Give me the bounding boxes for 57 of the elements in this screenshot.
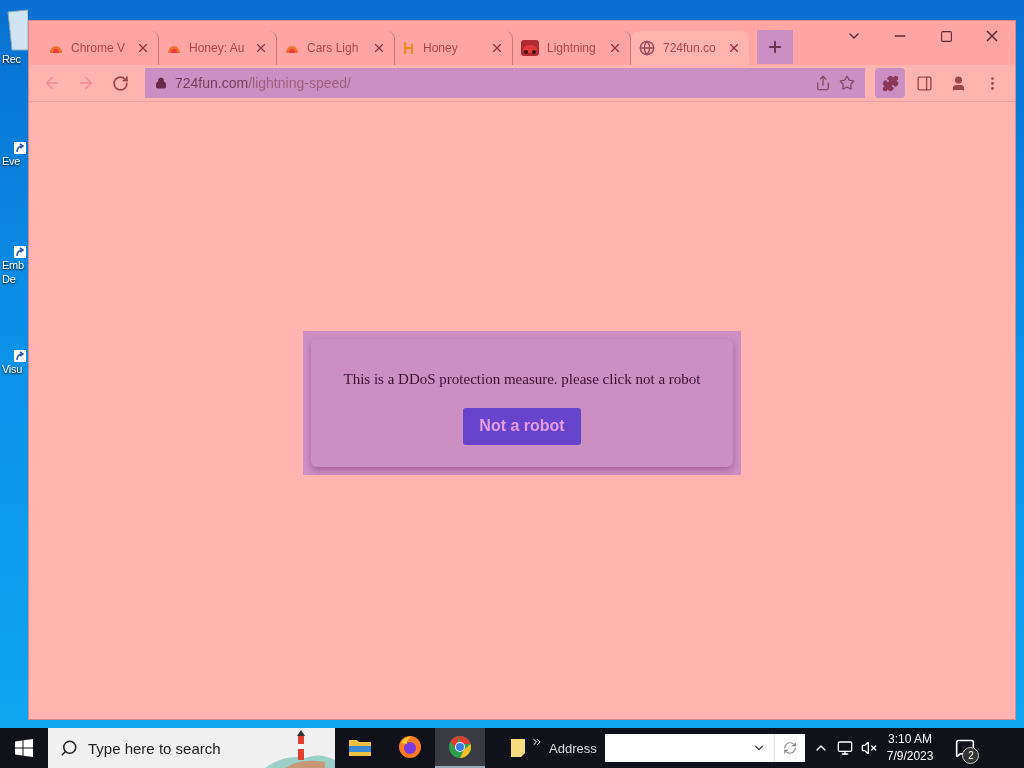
address-field[interactable] (604, 734, 805, 762)
chrome-logo-icon (448, 735, 472, 759)
browser-tab[interactable]: Lightning (513, 31, 631, 65)
desktop-icon-label[interactable]: Emb De (0, 258, 27, 286)
rainbow-arc-icon (167, 43, 181, 53)
browser-tab[interactable]: 724fun.co (631, 31, 749, 65)
desktop-icon-label[interactable]: Eve (0, 154, 27, 168)
extensions-button[interactable] (875, 68, 905, 98)
shortcut-arrow-icon (14, 350, 26, 362)
share-icon[interactable] (815, 75, 831, 91)
notifications-button[interactable]: 2 (943, 728, 988, 768)
shortcut-arrow-icon (14, 246, 26, 258)
close-icon[interactable] (727, 41, 741, 55)
browser-tab[interactable]: Honey: Au (159, 31, 277, 65)
car-image-icon (521, 40, 539, 56)
sticky-note-icon[interactable] (511, 739, 525, 757)
browser-tab[interactable]: Cars Ligh (277, 31, 395, 65)
folder-icon (349, 738, 371, 756)
rainbow-arc-icon (49, 43, 63, 53)
maximize-icon[interactable] (939, 29, 953, 43)
globe-icon (639, 40, 655, 56)
puzzle-icon[interactable] (881, 74, 899, 92)
toolbar-overflow-icon[interactable] (531, 736, 543, 748)
close-icon[interactable] (490, 41, 504, 55)
volume-muted-icon[interactable] (860, 740, 877, 756)
network-icon[interactable] (836, 740, 853, 756)
side-panel-icon[interactable] (915, 74, 933, 92)
not-a-robot-button[interactable]: Not a robot (463, 407, 581, 445)
close-icon[interactable] (136, 41, 150, 55)
taskbar-app-button[interactable] (435, 728, 485, 768)
search-field[interactable]: Type here to search (48, 728, 335, 768)
reload-icon[interactable] (111, 74, 129, 92)
new-tab-button[interactable] (757, 30, 793, 64)
desktop-icon-label[interactable]: Rec (0, 52, 27, 66)
close-icon[interactable] (608, 41, 622, 55)
notification-count: 2 (962, 747, 980, 764)
close-icon[interactable] (372, 41, 386, 55)
address-bar[interactable]: 724fun.com/lightning-speed/ (145, 68, 865, 98)
desktop-icon-label[interactable]: Visu (0, 362, 27, 376)
letter-h-icon (403, 41, 415, 55)
close-icon[interactable] (254, 41, 268, 55)
clock-time[interactable]: 3:10 AM (888, 731, 933, 748)
windows-logo-icon[interactable] (15, 739, 33, 757)
browser-tab[interactable]: Honey (395, 31, 513, 65)
bookmark-star-icon[interactable] (839, 75, 855, 91)
refresh-icon[interactable] (782, 741, 797, 755)
plus-icon[interactable] (766, 38, 784, 56)
protection-message: This is a DDoS protection measure. please click not a robot (343, 370, 701, 388)
fox-globe-icon (398, 735, 422, 759)
lock-icon (155, 77, 167, 89)
rainbow-arc-icon (285, 43, 299, 53)
shortcut-arrow-icon (14, 142, 26, 154)
clock-date[interactable]: 7/9/2023 (886, 748, 934, 765)
browser-tab[interactable]: Chrome V (41, 31, 159, 65)
address-label: Address (549, 740, 597, 756)
url-text: 724fun.com/lightning-speed/ (175, 75, 352, 91)
search-icon[interactable] (60, 739, 78, 757)
